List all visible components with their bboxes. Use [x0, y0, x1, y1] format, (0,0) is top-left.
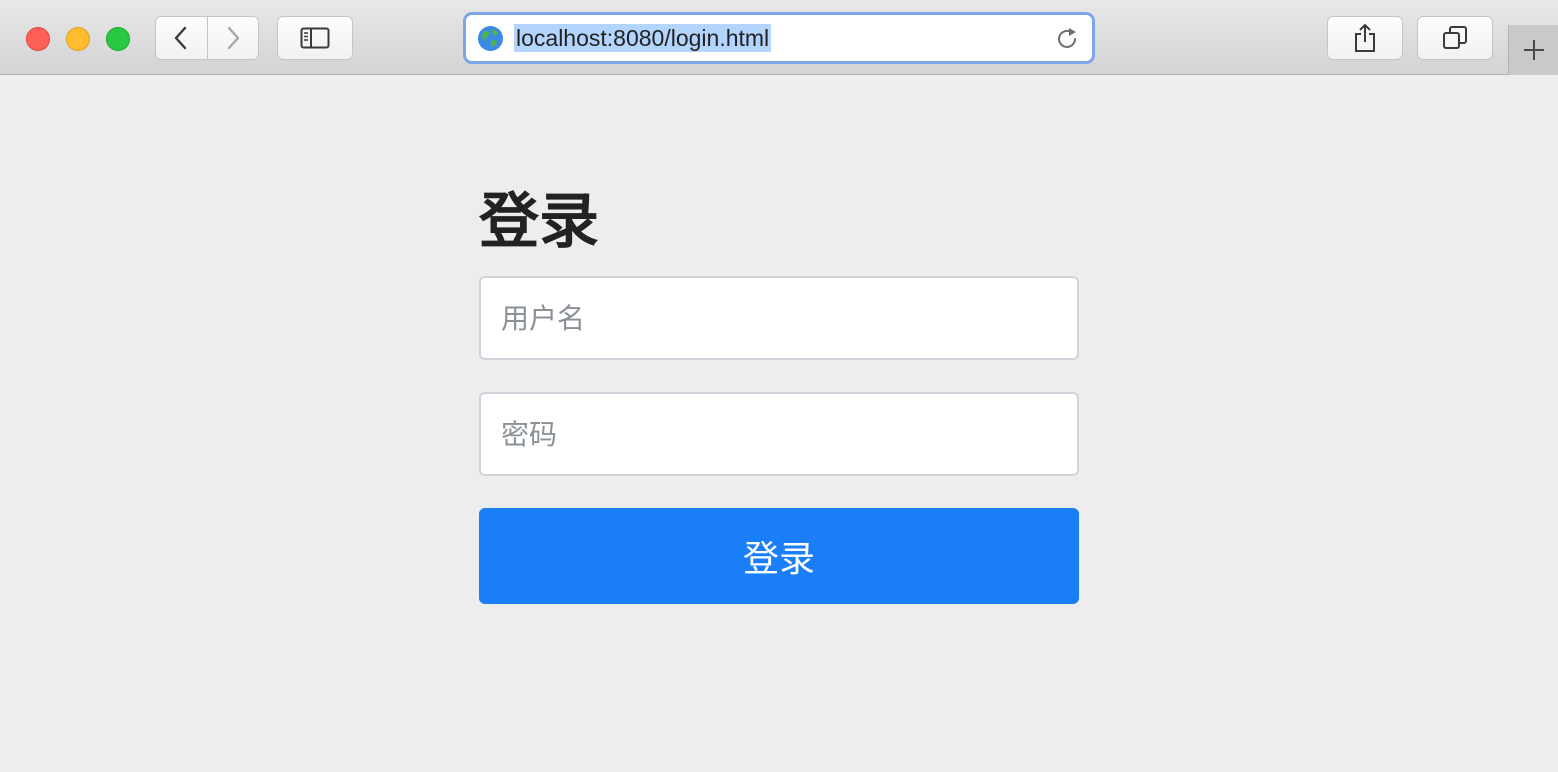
chevron-left-icon [175, 26, 187, 50]
reload-button[interactable] [1054, 26, 1080, 52]
browser-window: localhost:8080/login.html 登录 用户名 登录 [0, 0, 1558, 772]
close-window-button[interactable] [26, 27, 50, 51]
login-button[interactable]: 登录 [479, 508, 1079, 604]
sidebar-toggle-button[interactable] [277, 16, 353, 60]
share-button[interactable] [1327, 16, 1403, 60]
chevron-right-icon [227, 26, 239, 50]
share-icon [1355, 23, 1375, 52]
minimize-window-button[interactable] [66, 27, 90, 51]
globe-icon [477, 25, 504, 52]
back-button[interactable] [156, 17, 207, 59]
sidebar-icon [300, 27, 330, 49]
tabs-overview-icon [1443, 26, 1467, 49]
page-content: 登录 登录 [0, 76, 1558, 772]
tab-overview-button[interactable] [1417, 16, 1493, 60]
page-title: 登录 [479, 187, 599, 257]
browser-toolbar: localhost:8080/login.html [0, 0, 1558, 75]
plus-icon [1523, 40, 1544, 60]
url-text[interactable]: localhost:8080/login.html [514, 24, 772, 52]
password-input[interactable] [479, 392, 1079, 476]
maximize-window-button[interactable] [106, 27, 130, 51]
new-tab-button[interactable] [1508, 25, 1558, 75]
forward-button[interactable] [206, 17, 259, 59]
reload-icon [1058, 28, 1076, 48]
username-input[interactable] [479, 276, 1079, 360]
navigation-buttons [155, 16, 259, 60]
address-bar[interactable]: localhost:8080/login.html [463, 12, 1095, 64]
